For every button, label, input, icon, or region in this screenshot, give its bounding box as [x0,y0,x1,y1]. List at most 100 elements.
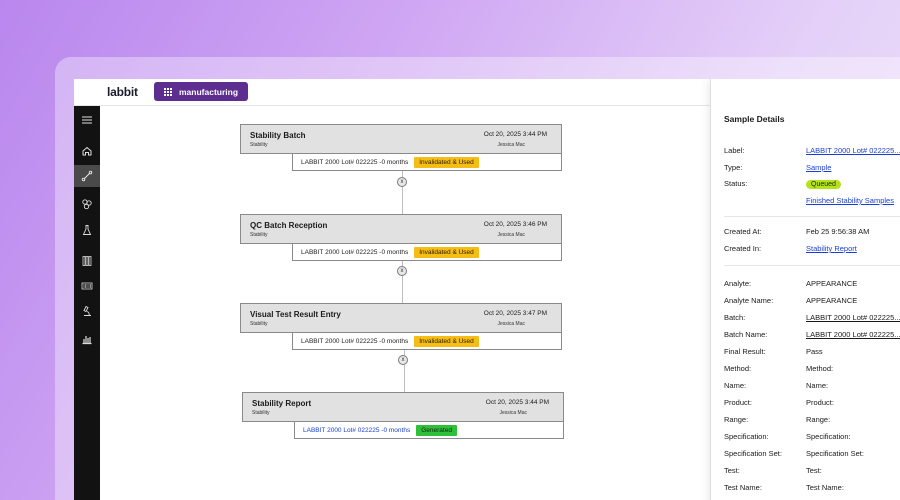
detail-value: Test: [806,466,822,475]
connector-node[interactable]: x [398,355,408,365]
sample-details-panel: Sample Details Label: LABBIT 2000 Lot# 0… [710,79,900,500]
node-user: Jessica Mac [497,142,525,148]
detail-key: Status: [724,179,748,188]
detail-key: Batch Name: [724,330,768,339]
node-date: Oct 20, 2025 3:46 PM [483,221,547,228]
detail-value: Product: [806,398,834,407]
node-date: Oct 20, 2025 3:44 PM [485,399,549,406]
detail-key: Analyte: [724,279,752,288]
detail-value-link[interactable]: LABBIT 2000 Lot# 022225... [806,330,900,339]
status-badge: Invalidated & Used [414,335,479,347]
node-subtitle: Stability [252,410,270,416]
workspace-selector[interactable]: manufacturing [154,82,249,101]
detail-row-name: Name: Name: [724,381,900,393]
node-title: Stability Batch [250,131,306,140]
detail-value: Specification: [806,432,851,441]
test-tubes-icon[interactable] [74,250,100,272]
detail-key: Final Result: [724,347,766,356]
detail-row-type: Type: Sample [724,163,900,175]
node-header: QC Batch Reception Stability Oct 20, 202… [240,214,562,244]
detail-key: Label: [724,146,745,155]
detail-row-range: Range: Range: [724,415,900,427]
workflow-node[interactable]: QC Batch Reception Stability Oct 20, 202… [240,214,562,261]
node-date: Oct 20, 2025 3:44 PM [483,131,547,138]
workflow-icon[interactable] [74,165,100,187]
home-icon[interactable] [74,140,100,162]
workflow-node[interactable]: Visual Test Result Entry Stability Oct 2… [240,303,562,350]
detail-row-specification: Specification: Specification: [724,432,900,444]
status-badge: Invalidated & Used [414,156,479,168]
report-chart-icon[interactable] [74,328,100,350]
connector-node[interactable]: x [397,177,407,187]
detail-key: Created In: [724,244,762,253]
molecule-icon[interactable] [74,193,100,215]
detail-row-analyte-name: Analyte Name: APPEARANCE [724,296,900,308]
node-user: Jessica Mac [497,321,525,327]
divider [724,216,900,217]
detail-value-link[interactable]: Stability Report [806,244,900,253]
status-badge: Generated [416,424,457,436]
detail-row-product: Product: Product: [724,398,900,410]
detail-value: Test Name: [806,483,844,492]
detail-key: Product: [724,398,752,407]
detail-key: Type: [724,163,743,172]
detail-key: Created At: [724,227,762,236]
flask-icon[interactable] [74,219,100,241]
workspace-label: manufacturing [179,86,239,97]
detail-row-test-name: Test Name: Test Name: [724,483,900,495]
connector-node[interactable]: x [397,266,407,276]
node-user: Jessica Mac [499,410,527,416]
detail-value: Name: [806,381,829,390]
panel-title: Sample Details [724,114,785,124]
detail-row-status: Status: Queued [724,179,900,193]
workflow-canvas: x x x Stability Batch Stability Oct 20, … [100,106,710,500]
detail-row-batch: Batch: LABBIT 2000 Lot# 022225... [724,313,900,325]
detail-value: Range: [806,415,831,424]
sample-label: LABBIT 2000 Lot# 022225 -0 months [301,158,409,166]
detail-value: Method: [806,364,834,373]
queue-link[interactable]: Finished Stability Samples [806,196,900,205]
status-badge: Invalidated & Used [414,246,479,258]
sample-label: LABBIT 2000 Lot# 022225 -0 months [301,337,409,345]
menu-icon[interactable] [74,109,100,131]
detail-key: Range: [724,415,749,424]
app-window: labbit manufacturing x x x Stability Bat… [74,79,900,500]
node-sample-row[interactable]: LABBIT 2000 Lot# 022225 -0 months Invali… [292,244,562,261]
detail-key: Specification: [724,432,769,441]
detail-key: Batch: [724,313,746,322]
node-title: QC Batch Reception [250,221,328,230]
detail-row-specification-set: Specification Set: Specification Set: [724,449,900,461]
node-sample-row[interactable]: LABBIT 2000 Lot# 022225 -0 months Invali… [292,154,562,171]
node-sample-row[interactable]: LABBIT 2000 Lot# 022225 -0 months Invali… [292,333,562,350]
detail-row-label: Label: LABBIT 2000 Lot# 022225... [724,146,900,158]
microscope-icon[interactable] [74,300,100,322]
detail-row-test: Test: Test: [724,466,900,478]
detail-value-link[interactable]: LABBIT 2000 Lot# 022225... [806,313,900,322]
apps-grid-icon [164,88,172,96]
node-sample-row[interactable]: LABBIT 2000 Lot# 022225 -0 months Genera… [294,422,564,439]
sample-link[interactable]: LABBIT 2000 Lot# 022225 -0 months [303,427,410,434]
detail-value: APPEARANCE [806,296,858,305]
status-pill: Queued [806,180,841,189]
divider [724,265,900,266]
detail-row-batch-name: Batch Name: LABBIT 2000 Lot# 022225... [724,330,900,342]
node-title: Visual Test Result Entry [250,310,341,319]
workflow-node[interactable]: Stability Report Stability Oct 20, 2025 … [242,392,564,439]
detail-row-method: Method: Method: [724,364,900,376]
detail-key: Name: [724,381,747,390]
detail-value: APPEARANCE [806,279,858,288]
detail-row-queue: Finished Stability Samples [724,196,900,208]
detail-key: Specification Set: [724,449,782,458]
barcode-icon[interactable] [74,275,100,297]
node-subtitle: Stability [250,142,268,148]
detail-value-link[interactable]: LABBIT 2000 Lot# 022225... [806,146,900,155]
detail-value-link[interactable]: Sample [806,163,900,172]
node-header: Stability Batch Stability Oct 20, 2025 3… [240,124,562,154]
detail-key: Analyte Name: [724,296,774,305]
workflow-node[interactable]: Stability Batch Stability Oct 20, 2025 3… [240,124,562,171]
detail-key: Test: [724,466,740,475]
app-logo: labbit [107,85,138,99]
node-user: Jessica Mac [497,232,525,238]
sample-label: LABBIT 2000 Lot# 022225 -0 months [301,248,409,256]
detail-row-analyte: Analyte: APPEARANCE [724,279,900,291]
